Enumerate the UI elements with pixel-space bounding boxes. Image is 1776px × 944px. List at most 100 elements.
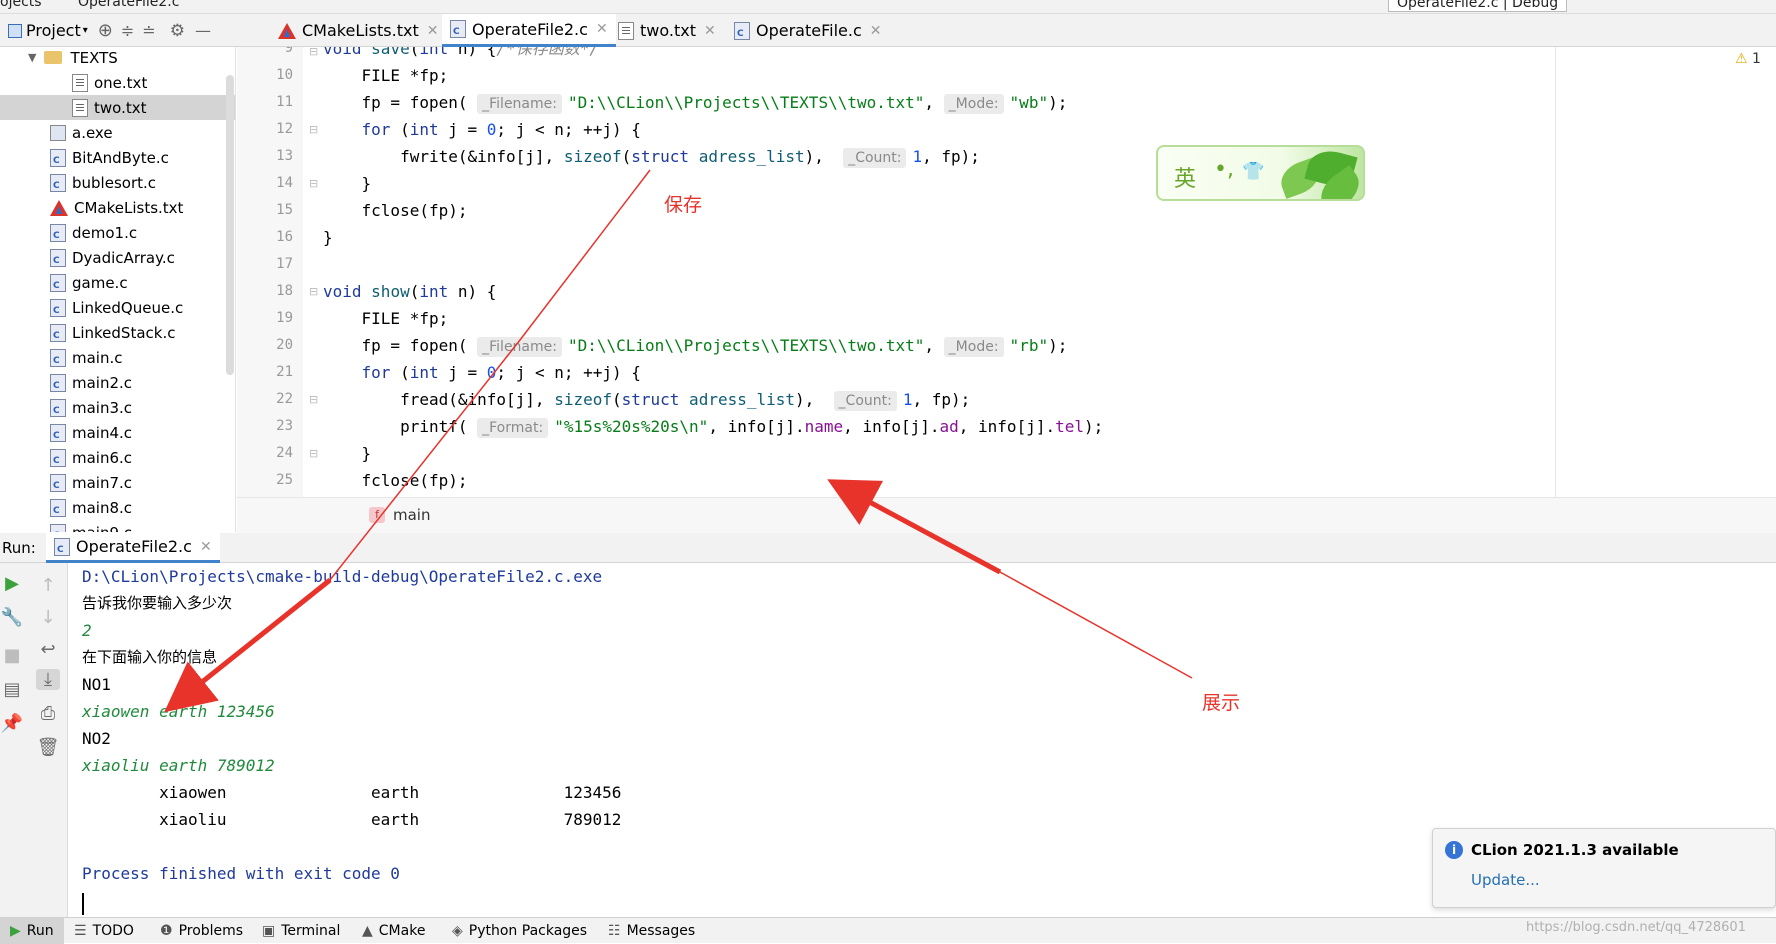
chevron-down-icon[interactable]: ▼ xyxy=(28,51,36,64)
fold-icon[interactable]: ⊟ xyxy=(309,177,318,190)
stop-icon[interactable]: ■ xyxy=(0,645,24,666)
trash-icon[interactable]: 🗑 xyxy=(36,737,60,758)
code-line: fp = fopen( _Filename: "D:\\CLion\\Projec… xyxy=(323,332,1067,359)
tree-file[interactable]: Cdemo1.c xyxy=(0,220,235,245)
ime-language[interactable]: 英 xyxy=(1174,161,1196,193)
close-icon[interactable]: ✕ xyxy=(704,23,716,39)
fold-icon[interactable]: ⊟ xyxy=(309,393,318,406)
tree-folder-texts[interactable]: ▼ TEXTS xyxy=(0,47,235,70)
toolwindow-python-packages[interactable]: ◈ Python Packages xyxy=(452,918,587,944)
toolwindow-messages[interactable]: ☷ Messages xyxy=(608,918,695,944)
fold-icon[interactable]: ⊟ xyxy=(309,47,318,58)
close-icon[interactable]: ✕ xyxy=(427,23,439,39)
tree-file[interactable]: C LinkedQueue.c xyxy=(0,295,235,320)
toolwindow-run[interactable]: ▶ Run xyxy=(0,918,64,944)
arrow-down-icon[interactable]: ↓ xyxy=(36,607,60,628)
code-token: } xyxy=(323,444,372,463)
nav-crumb-file[interactable]: OperateFile2.c xyxy=(78,0,179,10)
tree-item-label: bublesort.c xyxy=(72,173,157,192)
tab-cmakelists[interactable]: CMakeLists.txt ✕ xyxy=(270,14,446,47)
close-icon[interactable]: ✕ xyxy=(200,539,212,555)
line-number: 14 xyxy=(276,175,293,191)
code-string: "%15s%20s%20s\n" xyxy=(554,417,709,436)
close-icon[interactable]: ✕ xyxy=(596,21,608,37)
soft-wrap-icon[interactable]: ↩ xyxy=(36,639,60,660)
code-string: "wb" xyxy=(1009,93,1049,112)
tree-file[interactable]: Cmain4.c xyxy=(0,420,235,445)
toolwindow-todo[interactable]: ☰ TODO xyxy=(74,918,134,944)
fold-icon[interactable]: ⊟ xyxy=(309,285,318,298)
tree-file[interactable]: CMakeLists.txt xyxy=(0,195,235,220)
layout-icon[interactable]: ▤ xyxy=(0,679,24,700)
tree-file[interactable]: Cmain7.c xyxy=(0,470,235,495)
tree-file[interactable]: Cbublesort.c xyxy=(0,170,235,195)
tree-file[interactable]: C DyadicArray.c xyxy=(0,245,235,270)
minimize-icon[interactable]: — xyxy=(195,21,211,40)
project-scrollbar[interactable] xyxy=(226,75,234,375)
tree-file[interactable]: Cmain2.c xyxy=(0,370,235,395)
tab-operatefile2[interactable]: C OperateFile2.c ✕ xyxy=(442,14,616,47)
code-token: ( xyxy=(611,390,622,409)
arrow-up-icon[interactable]: ↑ xyxy=(36,575,60,596)
code-token: ( xyxy=(390,120,410,139)
c-file-icon: C xyxy=(50,348,66,367)
close-icon[interactable]: ✕ xyxy=(870,23,882,39)
c-file-icon: C xyxy=(50,248,66,267)
run-tab-operatefile2[interactable]: C OperateFile2.c ✕ xyxy=(46,533,220,563)
c-file-icon: C xyxy=(50,148,66,167)
update-link[interactable]: Update... xyxy=(1471,871,1540,889)
tree-file[interactable]: Cmain6.c xyxy=(0,445,235,470)
tree-item-label: main8.c xyxy=(72,498,133,517)
tab-two-txt[interactable]: two.txt ✕ xyxy=(610,14,724,47)
line-number: 21 xyxy=(276,364,293,380)
text-file-icon xyxy=(618,21,634,40)
tree-file[interactable]: Cmain.c xyxy=(0,345,235,370)
tree-file-one-txt[interactable]: one.txt xyxy=(0,70,235,95)
fold-icon[interactable]: ⊟ xyxy=(309,447,318,460)
tree-file-a-exe[interactable]: a.exe xyxy=(0,120,235,145)
code-editor[interactable]: 9 10 11 12 13 14 15 16 17 18 19 20 21 22… xyxy=(237,47,1776,497)
gear-icon[interactable]: ⚙ xyxy=(170,21,185,41)
chevron-down-icon[interactable]: ▾ xyxy=(83,25,88,36)
c-file-icon: C xyxy=(54,537,70,556)
ime-toolbar[interactable]: 英 •, 👕 xyxy=(1156,145,1365,201)
scroll-to-end-icon[interactable]: ⤓ xyxy=(36,669,60,690)
collapse-all-icon[interactable]: ≐ xyxy=(142,21,155,40)
rerun-icon[interactable]: ▶ xyxy=(0,573,24,594)
code-keyword: sizeof xyxy=(563,147,622,166)
c-file-icon: C xyxy=(734,21,750,40)
code-line: for (int j = 0; j < n; ++j) { xyxy=(323,359,641,386)
parameter-hint: _Count: xyxy=(833,391,897,411)
toolwindow-cmake[interactable]: ▲ CMake xyxy=(362,918,425,944)
code-area[interactable]: void save(int n) {/*保存函数*/ FILE *fp; fp … xyxy=(323,47,1643,497)
tree-file[interactable]: Cmain3.c xyxy=(0,395,235,420)
code-line: fclose(fp); xyxy=(323,197,468,224)
nav-crumb-projects[interactable]: ojects xyxy=(0,0,42,10)
locate-icon[interactable]: ⊕ xyxy=(98,20,113,41)
tree-file[interactable]: Cgame.c xyxy=(0,270,235,295)
ime-skin-icon[interactable]: 👕 xyxy=(1242,161,1264,182)
code-token: ( xyxy=(409,282,420,301)
tree-file-two-txt[interactable]: two.txt xyxy=(0,95,235,120)
toolwindow-terminal[interactable]: ▣ Terminal xyxy=(262,918,340,944)
project-view-label[interactable]: Project xyxy=(26,21,81,40)
wrench-icon[interactable]: 🔧 xyxy=(0,607,24,628)
tree-file[interactable]: Cmain8.c xyxy=(0,495,235,520)
toolwindow-problems[interactable]: ❶ Problems xyxy=(160,918,243,944)
tree-file[interactable]: Cmain9.c xyxy=(0,520,235,532)
tree-file[interactable]: C BitAndByte.c xyxy=(0,145,235,170)
pin-icon[interactable]: 📌 xyxy=(0,713,24,734)
code-line: } xyxy=(323,224,333,251)
tree-file[interactable]: C LinkedStack.c xyxy=(0,320,235,345)
print-icon[interactable]: ⎙ xyxy=(36,703,60,724)
breadcrumb-main[interactable]: main xyxy=(393,506,430,524)
fold-icon[interactable]: ⊟ xyxy=(309,123,318,136)
expand-all-icon[interactable]: ≑ xyxy=(121,21,134,40)
line-number: 10 xyxy=(276,67,293,83)
inspection-widget[interactable]: ⚠ 1 xyxy=(1735,51,1761,67)
ime-punctuation[interactable]: •, xyxy=(1214,157,1234,182)
run-config-select[interactable]: OperateFile2.c | Debug xyxy=(1388,0,1568,12)
code-token: ( xyxy=(621,147,632,166)
tab-operatefile[interactable]: C OperateFile.c ✕ xyxy=(726,14,889,47)
line-gutter: 9 10 11 12 13 14 15 16 17 18 19 20 21 22… xyxy=(237,47,303,497)
